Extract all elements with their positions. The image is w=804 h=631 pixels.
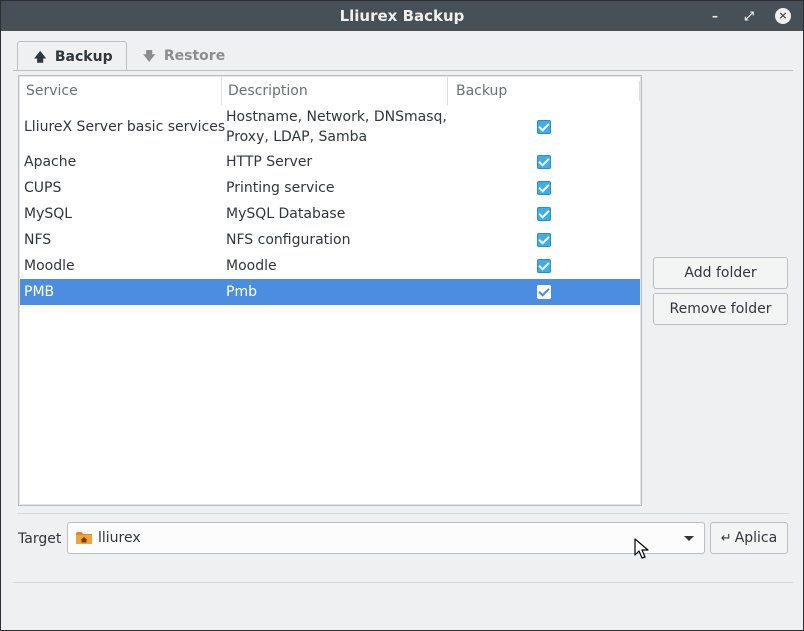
tab-restore[interactable]: 🡇 Restore (129, 41, 239, 71)
tab-backup[interactable]: 🡅 Backup (17, 41, 127, 71)
service-cell: NFS (24, 232, 52, 248)
description-cell: Hostname, Network, DNSmasq, Proxy, LDAP,… (222, 107, 447, 147)
app-window: Lliurex Backup – ⤢ × 🡅 Backup 🡇 Restore … (0, 0, 804, 631)
backup-checkbox[interactable] (537, 259, 551, 273)
backup-checkbox[interactable] (537, 155, 551, 169)
divider (17, 513, 789, 514)
description-cell: NFS configuration (226, 232, 351, 248)
close-button[interactable]: × (775, 8, 791, 24)
description-line: Hostname, Network, DNSmasq, (226, 109, 447, 125)
target-dropdown[interactable]: lliurex (67, 522, 705, 554)
backup-checkbox[interactable] (537, 285, 551, 299)
table-row[interactable]: NFS NFS configuration (20, 227, 640, 253)
minimize-button[interactable]: – (707, 8, 723, 24)
arrow-down-icon: 🡇 (143, 49, 156, 63)
table-row[interactable]: LliureX Server basic services Hostname, … (20, 105, 640, 149)
apply-button[interactable]: ↵ Aplica (710, 522, 788, 554)
remove-folder-button[interactable]: Remove folder (653, 293, 788, 325)
enter-arrow-icon: ↵ (720, 531, 732, 546)
titlebar[interactable]: Lliurex Backup – ⤢ × (1, 1, 803, 31)
backup-checkbox[interactable] (537, 120, 551, 134)
description-cell: Moodle (226, 258, 277, 274)
service-cell: LliureX Server basic services (24, 119, 226, 135)
table-row[interactable]: CUPS Printing service (20, 175, 640, 201)
backup-checkbox[interactable] (537, 181, 551, 195)
table-header: Service Description Backup (20, 77, 640, 105)
table-row[interactable]: Apache HTTP Server (20, 149, 640, 175)
description-cell: Printing service (226, 180, 335, 196)
services-table[interactable]: Service Description Backup LliureX Serve… (18, 75, 642, 506)
status-bar (13, 582, 793, 583)
column-header-service[interactable]: Service (20, 77, 222, 105)
home-folder-icon (76, 532, 92, 544)
description-cell: HTTP Server (226, 154, 313, 170)
service-cell: Moodle (24, 258, 75, 274)
backup-checkbox[interactable] (537, 233, 551, 247)
service-cell: PMB (24, 284, 55, 300)
tab-backup-label: Backup (54, 49, 113, 65)
description-cell: MySQL Database (226, 206, 346, 222)
table-row[interactable]: Moodle Moodle (20, 253, 640, 279)
backup-checkbox[interactable] (537, 207, 551, 221)
description-line: Proxy, LDAP, Samba (226, 129, 368, 145)
chevron-down-icon (684, 536, 694, 541)
add-folder-button[interactable]: Add folder (653, 257, 788, 289)
service-cell: Apache (24, 154, 77, 170)
table-row[interactable]: MySQL MySQL Database (20, 201, 640, 227)
mouse-cursor-icon (634, 538, 649, 559)
column-header-backup[interactable]: Backup (448, 77, 640, 105)
column-header-description[interactable]: Description (222, 77, 448, 105)
tab-restore-label: Restore (163, 48, 226, 64)
apply-label: Aplica (734, 530, 778, 546)
target-value: lliurex (98, 530, 141, 546)
maximize-button[interactable]: ⤢ (741, 8, 757, 24)
service-cell: MySQL (24, 206, 73, 222)
table-row-selected[interactable]: PMB Pmb (20, 279, 640, 305)
description-cell: Pmb (226, 284, 257, 300)
header-divider (639, 81, 640, 101)
arrow-up-icon: 🡅 (34, 50, 47, 64)
target-label: Target (18, 531, 62, 547)
window-title: Lliurex Backup (339, 7, 465, 25)
service-cell: CUPS (24, 180, 62, 196)
